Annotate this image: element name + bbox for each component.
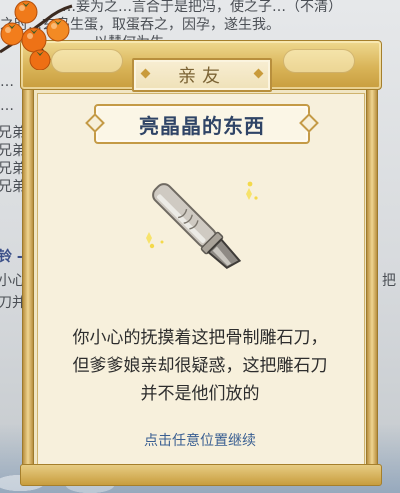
description-line: 并不是他们放的 (140, 384, 260, 404)
item-name-banner: 亮晶晶的东西 (85, 104, 319, 144)
left-pillar (22, 84, 34, 470)
item-name: 亮晶晶的东西 (139, 113, 265, 138)
persimmon-branch-icon (0, 0, 73, 70)
background-text-line: … (0, 74, 14, 90)
background-text-line: … (0, 98, 14, 114)
diamond-decoration-icon (253, 68, 264, 79)
description-line: 你小心的抚摸着这把骨制雕石刀， (72, 328, 328, 348)
bone-carving-knife-icon (146, 181, 258, 269)
diamond-decoration-icon (140, 68, 151, 79)
dialog-base (20, 464, 382, 486)
right-pillar (366, 84, 378, 470)
dialog-title: 亲友 (178, 66, 226, 87)
tap-to-continue-hint[interactable]: 点击任意位置继续 (40, 430, 360, 450)
title-plate: 亲友 (132, 58, 272, 92)
background-text-fragment: 把 (382, 273, 396, 289)
roof-cloud-decoration (283, 49, 355, 73)
description-line: 但爹爹娘亲却很疑惑，这把雕石刀 (72, 356, 328, 376)
item-description: 你小心的抚摸着这把骨制雕石刀， 但爹爹娘亲却很疑惑，这把雕石刀 并不是他们放的 (40, 324, 360, 408)
